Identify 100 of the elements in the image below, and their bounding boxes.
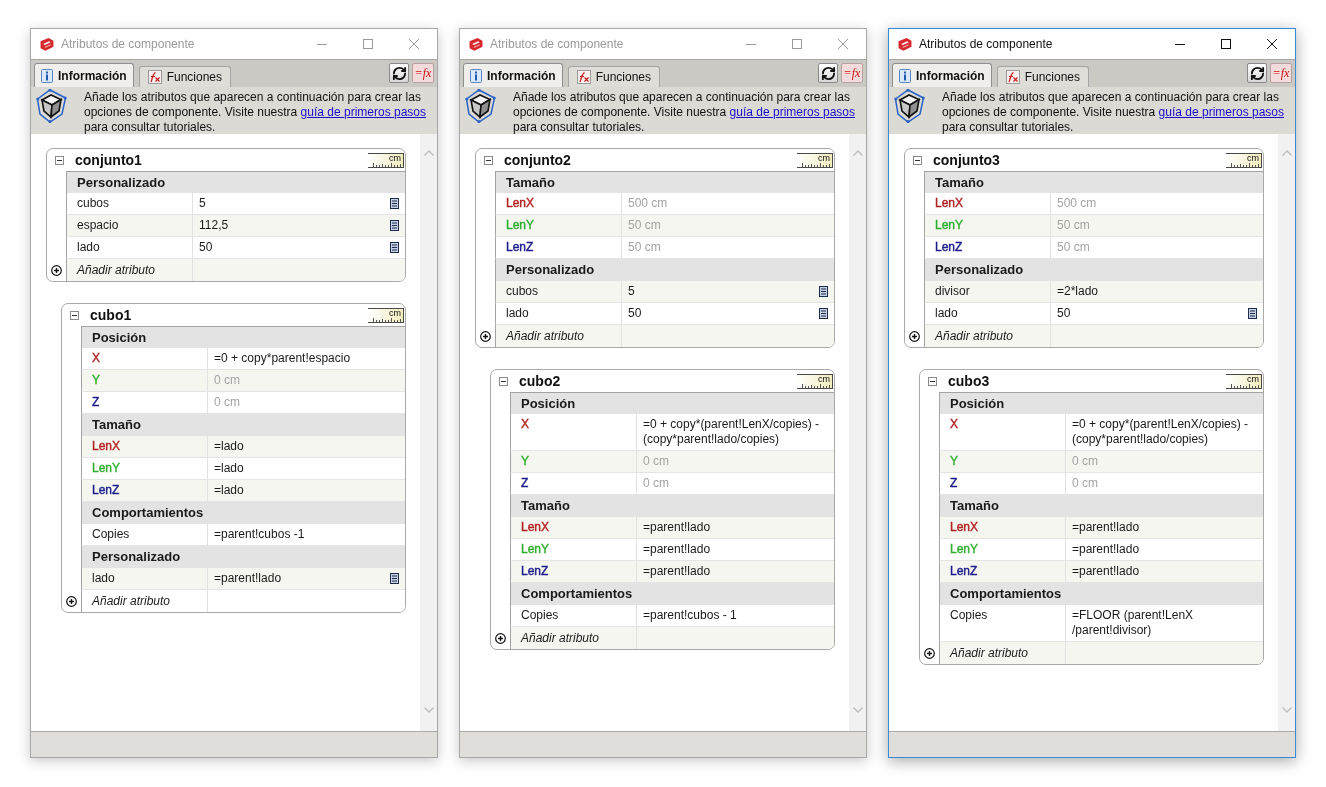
tab[interactable]: Funciones [138,66,232,87]
minimize-icon [746,43,756,45]
attribute-value[interactable]: =lado [214,461,244,476]
attribute-value[interactable]: =parent!lado [1072,564,1140,579]
collapse-icon[interactable] [928,376,937,386]
attribute-value[interactable]: =parent!lado [643,542,711,557]
refresh-icon [391,65,407,81]
document-icon[interactable] [819,308,828,319]
add-attribute-label[interactable]: Añadir atributo [77,261,156,279]
add-attribute-label[interactable]: Añadir atributo [506,327,585,345]
tab[interactable]: Funciones [567,66,661,87]
add-icon[interactable] [909,330,920,342]
add-attribute-label[interactable]: Añadir atributo [950,644,1029,662]
tab[interactable]: Información [34,63,134,87]
ruler-icon [802,162,830,167]
attribute-value[interactable]: =0 + copy*parent!espacio [214,351,351,366]
refresh-button[interactable] [389,63,409,83]
guide-link[interactable]: guía de primeros pasos [300,105,426,119]
attribute-value[interactable]: =0 + copy*(parent!LenX/copies) - (copy*parent!lado/copies) [643,417,828,447]
document-icon[interactable] [1248,308,1257,319]
attribute-value[interactable]: 50 [199,240,213,255]
add-icon[interactable] [924,647,935,659]
document-icon[interactable] [390,198,399,209]
guide-link[interactable]: guía de primeros pasos [729,105,855,119]
attribute-name: divisor [935,284,970,299]
window-title: Atributos de componente [919,36,1053,53]
close-icon [409,39,419,49]
attribute-name: lado [92,571,115,586]
section-header: Tamaño [939,495,1263,517]
collapse-icon[interactable] [55,155,64,165]
document-icon[interactable] [390,573,399,584]
attribute-value[interactable]: =parent!lado [1072,542,1140,557]
attribute-value[interactable]: =parent!cubos - 1 [643,608,737,623]
attribute-value[interactable]: =parent!lado [214,571,282,586]
attribute-value[interactable]: =lado [214,439,244,454]
info-icon [41,68,53,83]
attribute-name: espacio [77,218,119,233]
collapse-icon[interactable] [484,155,493,165]
refresh-button[interactable] [818,63,838,83]
cube-icon [465,89,496,123]
refresh-icon [1249,65,1265,81]
refresh-button[interactable] [1247,63,1267,83]
cube-icon [36,89,67,123]
attribute-value[interactable]: 50 [628,306,642,321]
component-name: cubo1 [90,305,132,325]
close-icon [1267,39,1277,49]
document-icon[interactable] [390,220,399,231]
collapse-icon[interactable] [70,310,79,320]
tab[interactable]: Información [892,63,992,87]
add-attribute-label[interactable]: Añadir atributo [92,592,171,610]
add-icon[interactable] [51,264,62,276]
attribute-name: cubos [506,284,539,299]
attribute-value[interactable]: =FLOOR (parent!LenX /parent!divisor) [1072,608,1257,638]
collapse-icon[interactable] [913,155,922,165]
document-icon[interactable] [390,242,399,253]
attribute-value[interactable]: =2*lado [1057,284,1099,299]
info-text: Añade los atributos que aparecen a continuación para crear las opciones de componente. Visite nuestra guía de primeros pasos para consultar tutoriales. [513,89,856,135]
formula-button[interactable]: =fx [412,63,434,83]
guide-link[interactable]: guía de primeros pasos [1158,105,1284,119]
attribute-value[interactable]: 50 [1057,306,1071,321]
attribute-value[interactable]: =parent!lado [1072,520,1140,535]
ruler-icon [373,162,401,167]
attribute-value[interactable]: =parent!lado [643,520,711,535]
attribute-name: cubos [77,196,110,211]
formula-button[interactable]: =fx [1270,63,1292,83]
add-attribute-label[interactable]: Añadir atributo [935,327,1014,345]
add-icon[interactable] [480,330,491,342]
attribute-value[interactable]: =parent!lado [643,564,711,579]
add-attribute-label[interactable]: Añadir atributo [521,629,600,647]
attribute-name: lado [935,306,958,321]
document-icon[interactable] [819,286,828,297]
units-button[interactable]: cm [368,152,404,168]
attribute-value[interactable]: 112,5 [199,218,229,233]
tab[interactable]: Información [463,63,563,87]
collapse-icon[interactable] [499,376,508,386]
attribute-value[interactable]: =lado [214,483,244,498]
tab[interactable]: Funciones [996,66,1090,87]
add-icon[interactable] [495,632,506,644]
attribute-name: Y [950,454,958,469]
component-name: cubo3 [948,371,990,391]
attribute-name: Y [521,454,529,469]
add-icon[interactable] [66,595,77,607]
units-button[interactable]: cm [797,373,833,389]
attribute-name: LenY [935,218,964,233]
app-icon [469,37,483,51]
attribute-value[interactable]: 5 [199,196,206,211]
component-name: conjunto2 [504,150,571,170]
attribute-name: LenZ [92,483,120,498]
window-title: Atributos de componente [61,36,195,53]
maximize-icon [792,39,802,49]
maximize-icon [363,39,373,49]
attribute-value[interactable]: =parent!cubos -1 [214,527,305,542]
units-button[interactable]: cm [1226,373,1262,389]
units-button[interactable]: cm [368,307,404,323]
attribute-name: LenZ [935,240,963,255]
formula-button[interactable]: =fx [841,63,863,83]
units-button[interactable]: cm [1226,152,1262,168]
units-button[interactable]: cm [797,152,833,168]
attribute-value[interactable]: =0 + copy*(parent!LenX/copies) - (copy*parent!lado/copies) [1072,417,1257,447]
attribute-value[interactable]: 5 [628,284,635,299]
